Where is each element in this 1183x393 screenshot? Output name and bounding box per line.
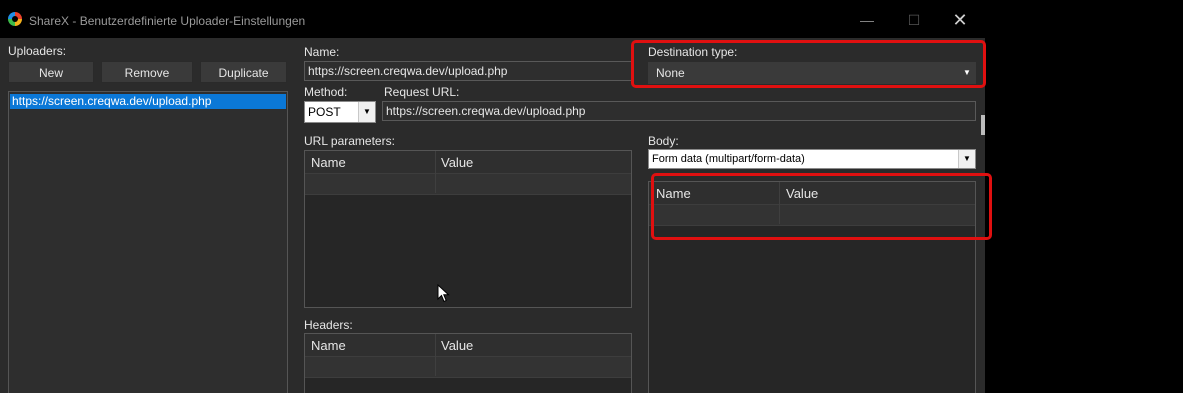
column-divider	[435, 334, 436, 376]
remove-button[interactable]: Remove	[101, 61, 193, 83]
uploader-settings-window: ShareX - Benutzerdefinierte Uploader-Ein…	[0, 0, 985, 393]
value-column-header[interactable]: Value	[441, 338, 473, 353]
value-column-header[interactable]: Value	[441, 155, 473, 170]
list-item[interactable]: https://screen.creqwa.dev/upload.php	[10, 94, 286, 109]
method-value: POST	[308, 105, 341, 119]
chevron-down-icon: ▼	[358, 102, 375, 122]
mouse-cursor-icon	[437, 284, 450, 303]
sharex-logo-icon	[8, 12, 22, 26]
title-bar: ShareX - Benutzerdefinierte Uploader-Ein…	[0, 0, 985, 38]
body-type-value: Form data (multipart/form-data)	[652, 153, 805, 165]
uploaders-label: Uploaders:	[8, 44, 67, 58]
body-type-select[interactable]: Form data (multipart/form-data) ▼	[648, 149, 976, 169]
method-select[interactable]: POST ▼	[304, 101, 376, 123]
duplicate-button[interactable]: Duplicate	[200, 61, 287, 83]
minimize-button[interactable]: —	[852, 9, 882, 31]
column-divider	[435, 151, 436, 193]
close-button[interactable]: ✕	[945, 9, 975, 31]
request-url-field[interactable]: https://screen.creqwa.dev/upload.php	[382, 101, 976, 121]
body-label: Body:	[648, 134, 679, 148]
destination-type-value: None	[656, 66, 685, 80]
name-column-header[interactable]: Name	[311, 338, 346, 353]
name-column-header[interactable]: Name	[311, 155, 346, 170]
request-url-label: Request URL:	[384, 85, 460, 99]
value-column-header[interactable]: Value	[786, 186, 818, 201]
window-title: ShareX - Benutzerdefinierte Uploader-Ein…	[29, 14, 306, 28]
table-row[interactable]	[649, 204, 975, 226]
name-field[interactable]: https://screen.creqwa.dev/upload.php	[304, 61, 634, 81]
method-label: Method:	[304, 85, 348, 99]
grid-header: Name Value	[305, 334, 631, 356]
table-row[interactable]	[305, 173, 631, 195]
name-column-header[interactable]: Name	[656, 186, 691, 201]
chevron-down-icon: ▼	[958, 150, 975, 168]
destination-type-select[interactable]: None ▼	[648, 62, 976, 84]
headers-label: Headers:	[304, 318, 353, 332]
headers-grid[interactable]: Name Value	[304, 333, 632, 393]
maximize-button[interactable]: ☐	[899, 9, 929, 31]
url-parameters-grid[interactable]: Name Value	[304, 150, 632, 308]
grid-header: Name Value	[649, 182, 975, 204]
url-parameters-label: URL parameters:	[304, 134, 395, 148]
new-button[interactable]: New	[8, 61, 94, 83]
uploaders-list[interactable]: https://screen.creqwa.dev/upload.php	[8, 91, 288, 393]
destination-type-label: Destination type:	[648, 45, 738, 59]
column-divider	[779, 182, 780, 224]
window-scrollbar[interactable]	[981, 115, 985, 135]
grid-header: Name Value	[305, 151, 631, 173]
name-label: Name:	[304, 45, 340, 59]
body-form-data-grid[interactable]: Name Value	[648, 181, 976, 393]
table-row[interactable]	[305, 356, 631, 378]
chevron-down-icon: ▼	[963, 68, 971, 77]
